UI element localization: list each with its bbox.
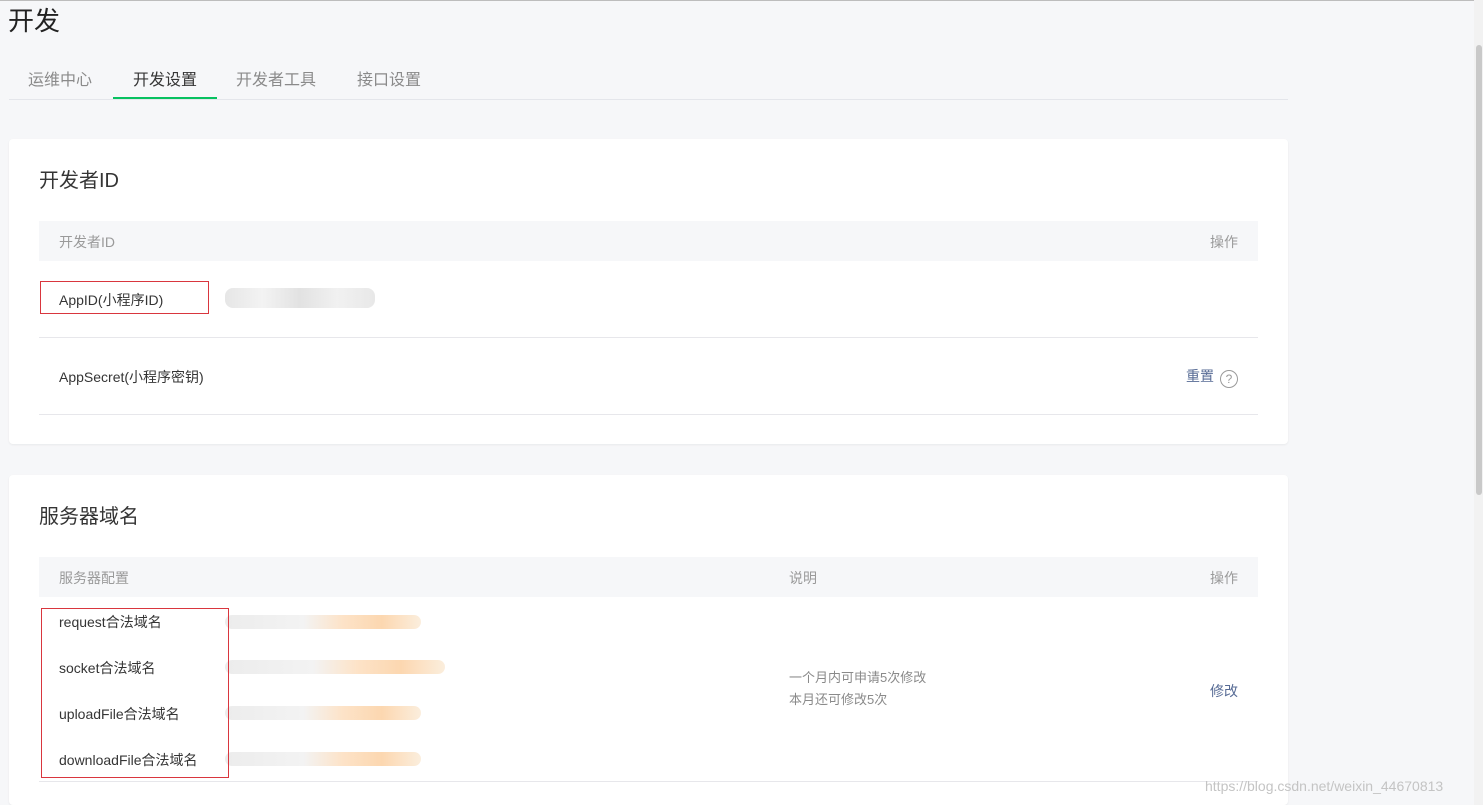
reset-link[interactable]: 重置 — [1186, 368, 1214, 384]
appsecret-label: AppSecret(小程序密钥) — [59, 369, 204, 385]
watermark-text: https://blog.csdn.net/weixin_44670813 — [1205, 778, 1444, 794]
developer-id-title: 开发者ID — [39, 170, 119, 192]
scrollbar-thumb[interactable] — [1476, 45, 1482, 495]
domain-labels-highlight-box — [41, 608, 229, 778]
socket-domain-value-redacted — [225, 660, 445, 674]
tab-bar: 运维中心 开发设置 开发者工具 接口设置 — [9, 56, 1288, 100]
desc-line-1: 一个月内可申请5次修改 — [789, 670, 927, 685]
window-top-border — [0, 0, 1483, 1]
uploadfile-domain-value-redacted — [225, 706, 421, 720]
header-description: 说明 — [789, 570, 817, 586]
reset-action: 重置? — [1186, 366, 1238, 388]
tab-dev-settings[interactable]: 开发设置 — [113, 66, 217, 99]
request-domain-value-redacted — [225, 615, 421, 629]
modify-action: 修改 — [1210, 681, 1238, 701]
server-domain-title: 服务器域名 — [39, 506, 139, 528]
tab-ops-center[interactable]: 运维中心 — [25, 66, 95, 99]
server-domain-table-header: 服务器配置 说明 操作 — [39, 557, 1258, 597]
downloadfile-domain-value-redacted — [225, 752, 421, 766]
tab-api-settings[interactable]: 接口设置 — [353, 66, 425, 99]
header-developer-id: 开发者ID — [59, 234, 115, 250]
modify-link[interactable]: 修改 — [1210, 683, 1238, 699]
appsecret-row: AppSecret(小程序密钥) 重置? — [39, 338, 1258, 415]
developer-id-table-header: 开发者ID 操作 — [39, 221, 1258, 261]
header-server-config: 服务器配置 — [59, 570, 129, 586]
appid-highlight-box — [40, 281, 209, 314]
modify-quota-description: 一个月内可申请5次修改 本月还可修改5次 — [789, 667, 926, 711]
tab-dev-tools[interactable]: 开发者工具 — [233, 66, 319, 99]
header-action: 操作 — [1210, 234, 1238, 250]
page-title: 开发 — [8, 6, 61, 36]
appid-value-redacted — [225, 288, 375, 308]
help-icon[interactable]: ? — [1220, 370, 1238, 388]
desc-line-2: 本月还可修改5次 — [789, 692, 888, 707]
header-action: 操作 — [1210, 570, 1238, 586]
appid-row: AppID(小程序ID) — [39, 261, 1258, 338]
